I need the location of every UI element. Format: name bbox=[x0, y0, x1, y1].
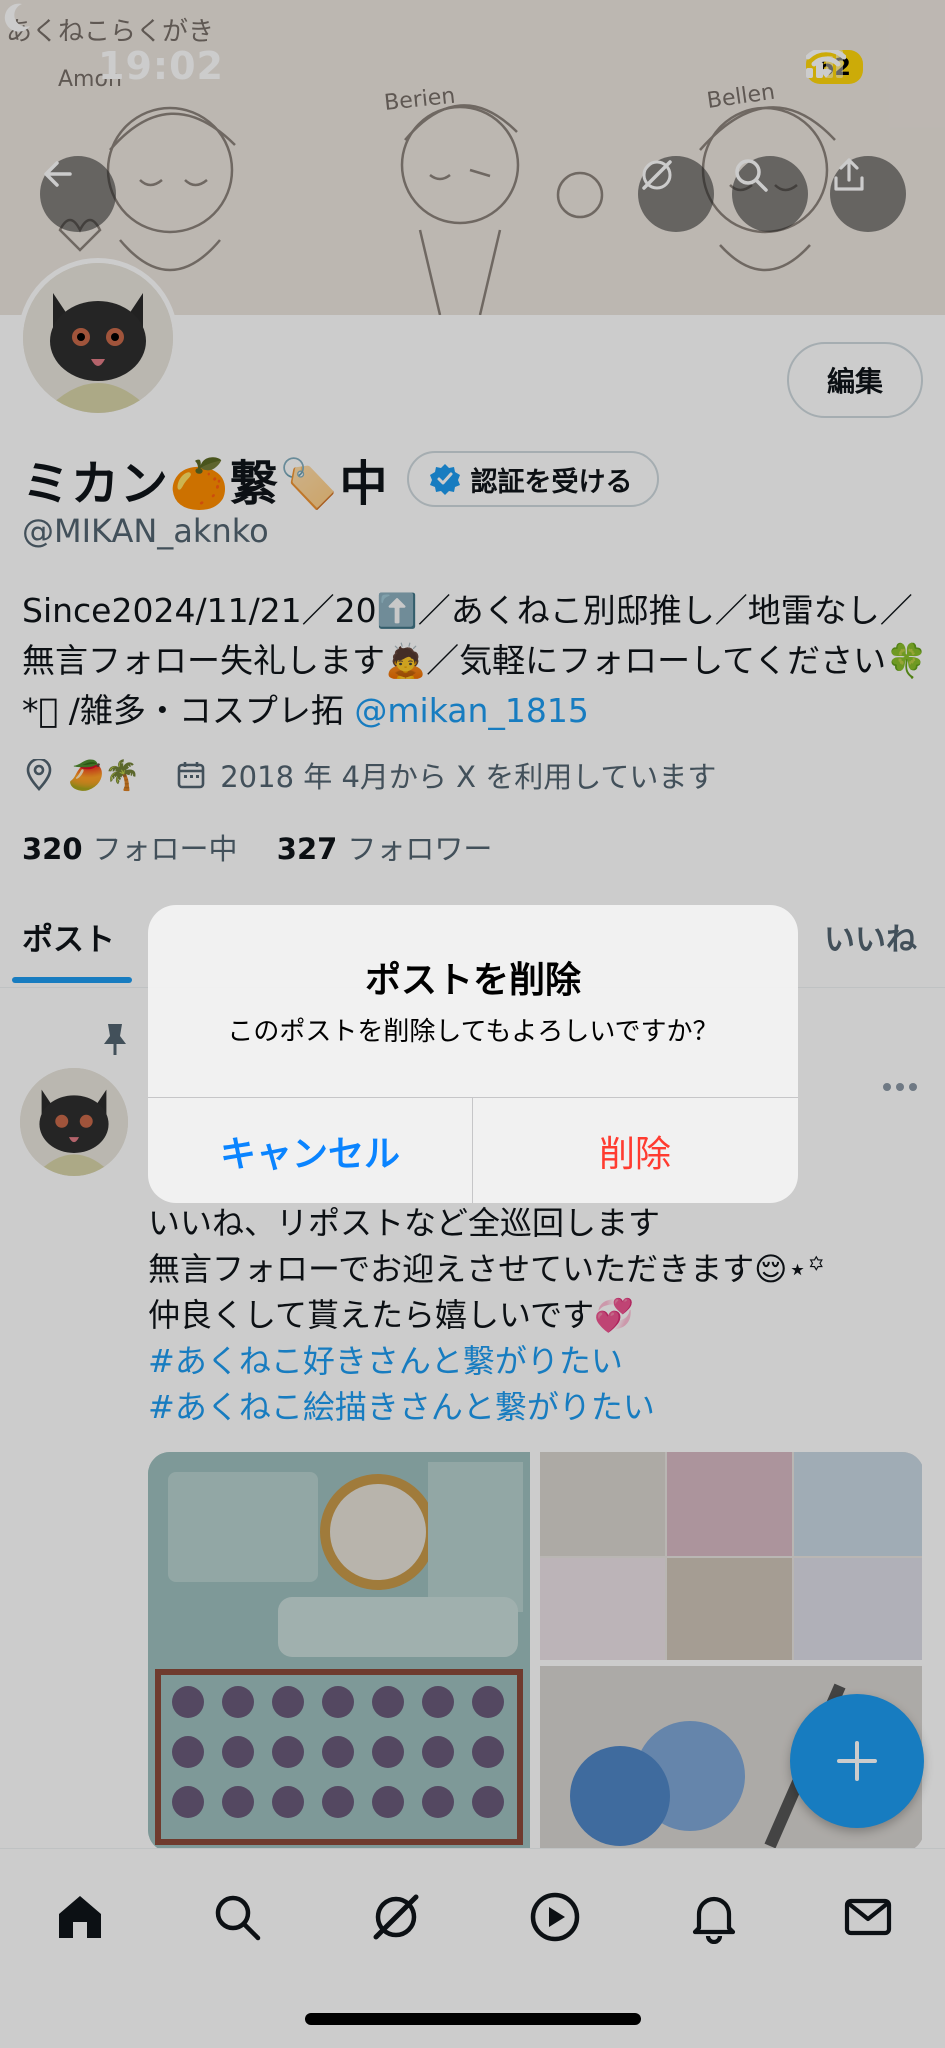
delete-post-alert: ポストを削除 このポストを削除してもよろしいですか？ キャンセル 削除 bbox=[148, 905, 798, 1203]
profile-screen: あくねこらくがき Amon Berien Bellen 19:02 62 編集 … bbox=[0, 0, 945, 2048]
delete-button[interactable]: 削除 bbox=[473, 1098, 797, 1203]
cancel-button[interactable]: キャンセル bbox=[148, 1098, 472, 1203]
home-indicator[interactable] bbox=[305, 2013, 641, 2025]
alert-message: このポストを削除してもよろしいですか？ bbox=[227, 1017, 719, 1047]
alert-title: ポストを削除 bbox=[364, 960, 581, 1001]
